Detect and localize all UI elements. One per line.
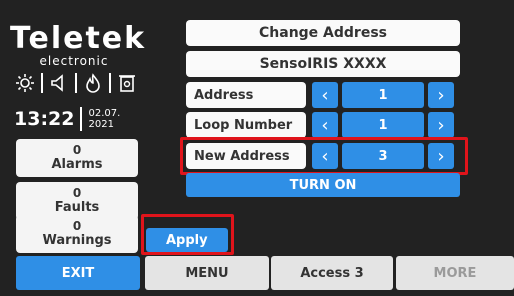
new-address-highlight <box>180 137 468 175</box>
icon-separator <box>75 73 77 93</box>
turn-on-button[interactable]: TURN ON <box>186 173 460 197</box>
faults-count: 0 <box>72 186 82 200</box>
chevron-right-icon: › <box>437 84 445 106</box>
door-icon <box>116 72 138 94</box>
chevron-left-icon: ‹ <box>321 114 329 136</box>
logo-subtitle: electronic <box>39 54 109 68</box>
teletek-logo: Teletek <box>10 21 147 56</box>
device-name: SensoIRIS XXXX <box>186 51 460 77</box>
loop-number-row: Loop Number ‹ 1 › <box>182 112 462 138</box>
clock-display: 13:22 02.07. 2021 <box>14 104 138 134</box>
chevron-right-icon: › <box>437 114 445 136</box>
address-row: Address ‹ 1 › <box>182 82 462 108</box>
address-decrement-button[interactable]: ‹ <box>312 82 338 108</box>
alarms-count: 0 <box>72 143 82 157</box>
icon-separator <box>41 73 43 93</box>
apply-button[interactable]: Apply <box>146 228 228 252</box>
warnings-button[interactable]: 0 Warnings <box>16 215 138 253</box>
loop-number-decrement-button[interactable]: ‹ <box>312 112 338 138</box>
clock-time: 13:22 <box>14 108 75 130</box>
warnings-label: Warnings <box>42 233 112 248</box>
icon-separator <box>109 73 111 93</box>
more-button[interactable]: MORE <box>396 256 514 290</box>
bottom-bar: EXIT MENU Access 3 MORE <box>0 256 514 296</box>
clock-date: 02.07. 2021 <box>88 108 120 130</box>
access-level-button[interactable]: Access 3 <box>271 256 393 290</box>
warnings-count: 0 <box>72 219 82 233</box>
fire-icon <box>82 72 104 94</box>
status-icons-bar <box>14 70 138 96</box>
clock-date-day: 02.07. <box>88 108 121 119</box>
address-value: 1 <box>342 82 424 108</box>
address-increment-button[interactable]: › <box>428 82 454 108</box>
clock-date-year: 2021 <box>88 119 114 130</box>
exit-button[interactable]: EXIT <box>16 256 140 290</box>
faults-label: Faults <box>54 200 100 215</box>
loop-number-value: 1 <box>342 112 424 138</box>
menu-button[interactable]: MENU <box>145 256 269 290</box>
alarms-label: Alarms <box>51 157 103 172</box>
speaker-icon <box>48 72 70 94</box>
loop-number-increment-button[interactable]: › <box>428 112 454 138</box>
page-title: Change Address <box>186 20 460 46</box>
sun-icon <box>14 72 36 94</box>
loop-number-label: Loop Number <box>186 112 306 138</box>
chevron-left-icon: ‹ <box>321 84 329 106</box>
clock-separator <box>80 107 83 131</box>
panel-screen: Teletek electronic 13:22 02.07. 2021 0 A <box>0 0 514 296</box>
address-label: Address <box>186 82 306 108</box>
alarms-button[interactable]: 0 Alarms <box>16 139 138 177</box>
